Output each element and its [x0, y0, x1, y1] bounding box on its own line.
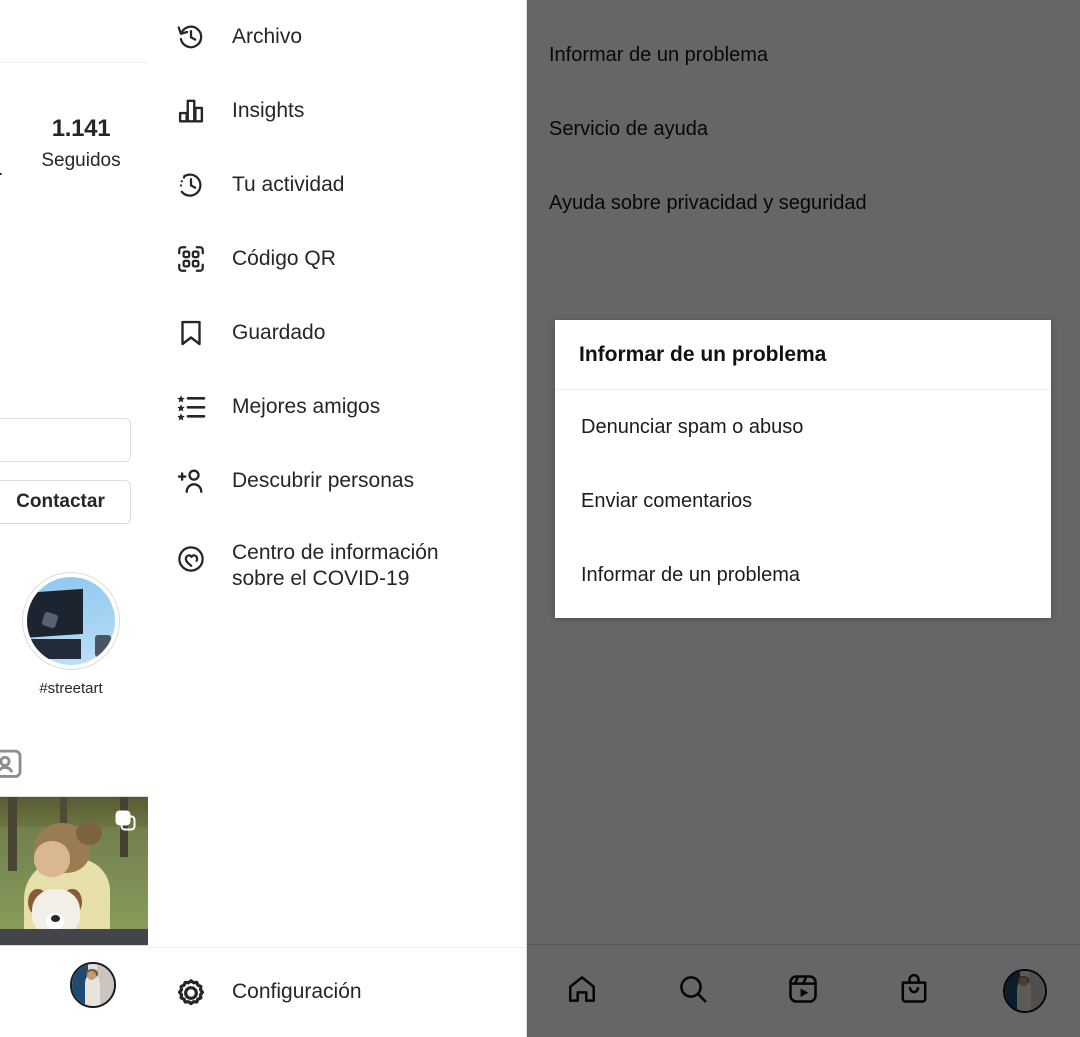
report-problem-dialog: Informar de un problema Denunciar spam o… [555, 320, 1051, 618]
menu-item-tu-actividad[interactable]: Tu actividad [148, 148, 526, 222]
menu-item-codigo-qr[interactable]: Código QR [148, 222, 526, 296]
nav-profile-button[interactable] [998, 964, 1052, 1018]
edit-profile-button[interactable] [0, 418, 131, 462]
menu-item-archivo[interactable]: Archivo [148, 0, 526, 74]
menu-item-mejores-amigos[interactable]: Mejores amigos [148, 370, 526, 444]
contact-button[interactable]: Contactar [0, 480, 131, 524]
grid-post-thumbnail[interactable] [0, 797, 148, 945]
covid-heart-icon [172, 540, 210, 578]
side-menu-panel: Archivo Insights Tu actividad Código QR … [148, 0, 527, 1037]
story-highlight-label: #streetart [39, 680, 103, 697]
menu-item-label: Configuración [232, 980, 362, 1004]
multiple-photos-icon [114, 809, 138, 833]
nav-home-button[interactable] [555, 964, 609, 1018]
menu-item-guardado[interactable]: Guardado [148, 296, 526, 370]
menu-item-label: Centro de información sobre el COVID-19 [232, 541, 439, 591]
dialog-options-list: Denunciar spam o abuso Enviar comentario… [555, 390, 1051, 618]
previous-stat-partial: . [0, 159, 3, 181]
reels-icon [787, 973, 819, 1010]
menu-item-label: Tu actividad [232, 172, 345, 196]
archive-clock-icon [172, 18, 210, 56]
star-list-icon [172, 388, 210, 426]
gear-icon [172, 974, 210, 1012]
menu-item-label: Código QR [232, 246, 336, 270]
bottom-navigation-bar [527, 944, 1080, 1037]
profile-avatar-icon [1002, 969, 1047, 1013]
shopping-bag-icon [898, 973, 930, 1010]
bottom-nav-divider [0, 945, 148, 946]
tagged-photos-icon[interactable] [0, 744, 24, 782]
story-highlight-ring [22, 572, 120, 670]
qr-code-icon [172, 240, 210, 278]
profile-page-sliver: . 1.141 Seguidos Contactar #streetart [0, 0, 148, 1037]
followed-count: 1.141 [51, 115, 111, 142]
dialog-option-enviar-comentarios[interactable]: Enviar comentarios [555, 464, 1051, 538]
search-icon [677, 973, 709, 1010]
dialog-option-informar-problema[interactable]: Informar de un problema [555, 538, 1051, 612]
menu-item-label: Archivo [232, 24, 303, 48]
nav-reels-button[interactable] [776, 964, 830, 1018]
story-highlight-streetart[interactable]: #streetart [18, 572, 124, 697]
menu-item-label: Insights [232, 98, 305, 122]
help-screen-pane: Informar de un problema Servicio de ayud… [527, 0, 1080, 1037]
menu-item-label: Guardado [232, 320, 326, 344]
menu-item-configuracion[interactable]: Configuración [148, 947, 526, 1037]
menu-item-descubrir-personas[interactable]: Descubrir personas [148, 444, 526, 518]
activity-clock-icon [172, 166, 210, 204]
dialog-option-denunciar-spam[interactable]: Denunciar spam o abuso [555, 390, 1051, 464]
contact-button-label: Contactar [16, 491, 105, 512]
followed-stat[interactable]: . 1.141 Seguidos [0, 115, 148, 180]
menu-item-insights[interactable]: Insights [148, 74, 526, 148]
menu-item-covid-info[interactable]: Centro de información sobre el COVID-19 [148, 518, 526, 608]
nav-shop-button[interactable] [887, 964, 941, 1018]
help-row-servicio-ayuda[interactable]: Servicio de ayuda [549, 118, 708, 141]
menu-item-label: Mejores amigos [232, 394, 381, 418]
bar-chart-icon [172, 92, 210, 130]
nav-search-button[interactable] [666, 964, 720, 1018]
home-icon [566, 973, 598, 1010]
profile-avatar[interactable] [70, 962, 116, 1008]
followed-label: Seguidos [41, 150, 121, 171]
help-row-ayuda-privacidad[interactable]: Ayuda sobre privacidad y seguridad [549, 192, 867, 215]
profile-topbar [0, 0, 148, 63]
menu-item-label: Descubrir personas [232, 468, 415, 492]
help-row-informar-problema[interactable]: Informar de un problema [549, 44, 768, 67]
add-person-icon [172, 462, 210, 500]
bookmark-icon [172, 314, 210, 352]
story-highlight-thumbnail-icon [27, 577, 115, 665]
dialog-title: Informar de un problema [555, 320, 1051, 390]
